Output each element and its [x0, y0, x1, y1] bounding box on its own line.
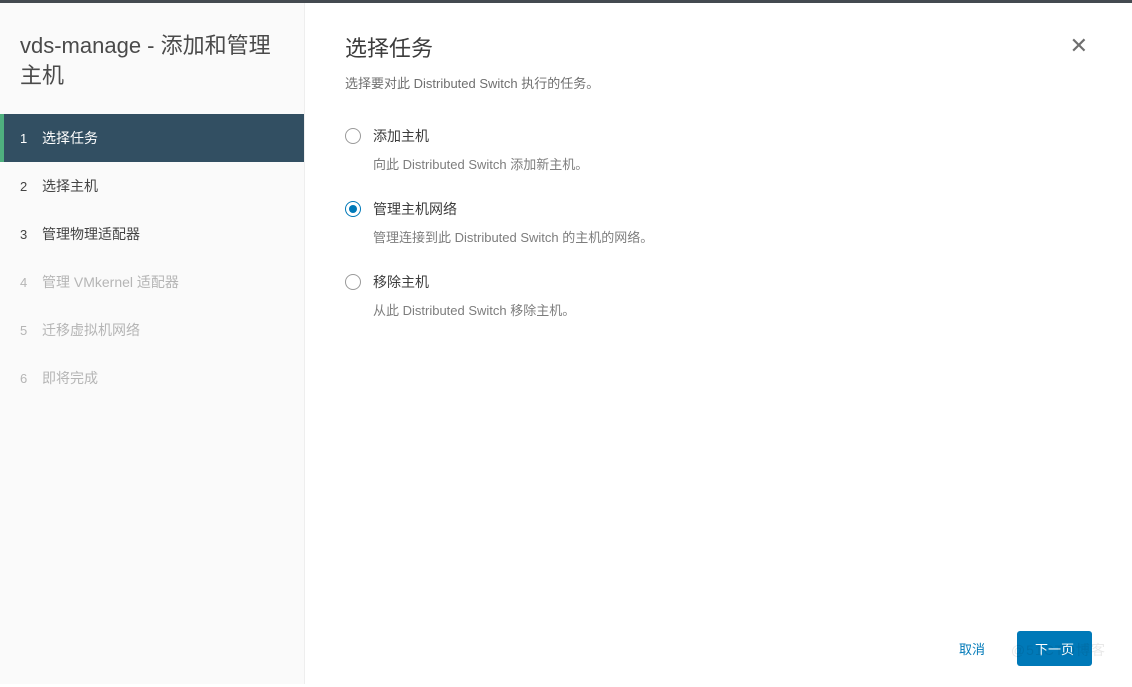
- option-texts: 管理主机网络管理连接到此 Distributed Switch 的主机的网络。: [373, 199, 653, 246]
- wizard-dialog: vds-manage - 添加和管理主机 1选择任务2选择主机3管理物理适配器4…: [0, 3, 1132, 684]
- page-title: 选择任务: [345, 31, 1066, 63]
- radio-icon[interactable]: [345, 274, 361, 290]
- step-number: 2: [20, 179, 42, 194]
- step-number: 4: [20, 275, 42, 290]
- step-label: 管理物理适配器: [42, 224, 284, 244]
- radio-icon[interactable]: [345, 201, 361, 217]
- wizard-step-4: 4管理 VMkernel 适配器: [0, 258, 304, 306]
- step-label: 迁移虚拟机网络: [42, 320, 284, 340]
- next-button[interactable]: 下一页: [1017, 631, 1092, 666]
- radio-icon[interactable]: [345, 128, 361, 144]
- close-icon: ✕: [1070, 33, 1088, 58]
- wizard-step-1[interactable]: 1选择任务: [0, 114, 304, 162]
- cancel-button[interactable]: 取消: [951, 633, 993, 664]
- step-label: 即将完成: [42, 368, 284, 388]
- close-button[interactable]: ✕: [1066, 31, 1092, 61]
- wizard-step-5: 5迁移虚拟机网络: [0, 306, 304, 354]
- task-option-manage-net[interactable]: 管理主机网络管理连接到此 Distributed Switch 的主机的网络。: [345, 199, 1092, 246]
- main-header: 选择任务 选择要对此 Distributed Switch 执行的任务。 ✕: [345, 31, 1092, 92]
- step-number: 1: [20, 131, 42, 146]
- wizard-step-6: 6即将完成: [0, 354, 304, 402]
- option-description: 向此 Distributed Switch 添加新主机。: [373, 154, 588, 173]
- option-description: 管理连接到此 Distributed Switch 的主机的网络。: [373, 227, 653, 246]
- option-texts: 移除主机从此 Distributed Switch 移除主机。: [373, 272, 575, 319]
- option-description: 从此 Distributed Switch 移除主机。: [373, 300, 575, 319]
- step-number: 3: [20, 227, 42, 242]
- option-texts: 添加主机向此 Distributed Switch 添加新主机。: [373, 126, 588, 173]
- option-label: 移除主机: [373, 272, 575, 292]
- wizard-sidebar: vds-manage - 添加和管理主机 1选择任务2选择主机3管理物理适配器4…: [0, 3, 305, 684]
- wizard-title: vds-manage - 添加和管理主机: [0, 3, 304, 108]
- option-label: 管理主机网络: [373, 199, 653, 219]
- page-subtitle: 选择要对此 Distributed Switch 执行的任务。: [345, 73, 1066, 92]
- wizard-step-2[interactable]: 2选择主机: [0, 162, 304, 210]
- wizard-steps: 1选择任务2选择主机3管理物理适配器4管理 VMkernel 适配器5迁移虚拟机…: [0, 114, 304, 402]
- task-option-remove-hosts[interactable]: 移除主机从此 Distributed Switch 移除主机。: [345, 272, 1092, 319]
- main-titles: 选择任务 选择要对此 Distributed Switch 执行的任务。: [345, 31, 1066, 92]
- step-label: 选择任务: [42, 128, 284, 148]
- wizard-step-3[interactable]: 3管理物理适配器: [0, 210, 304, 258]
- step-number: 5: [20, 323, 42, 338]
- wizard-footer: 取消 下一页: [951, 631, 1092, 666]
- step-label: 管理 VMkernel 适配器: [42, 272, 284, 292]
- task-options: 添加主机向此 Distributed Switch 添加新主机。管理主机网络管理…: [345, 126, 1092, 345]
- wizard-main: 选择任务 选择要对此 Distributed Switch 执行的任务。 ✕ 添…: [305, 3, 1132, 684]
- task-option-add-hosts[interactable]: 添加主机向此 Distributed Switch 添加新主机。: [345, 126, 1092, 173]
- step-label: 选择主机: [42, 176, 284, 196]
- step-number: 6: [20, 371, 42, 386]
- option-label: 添加主机: [373, 126, 588, 146]
